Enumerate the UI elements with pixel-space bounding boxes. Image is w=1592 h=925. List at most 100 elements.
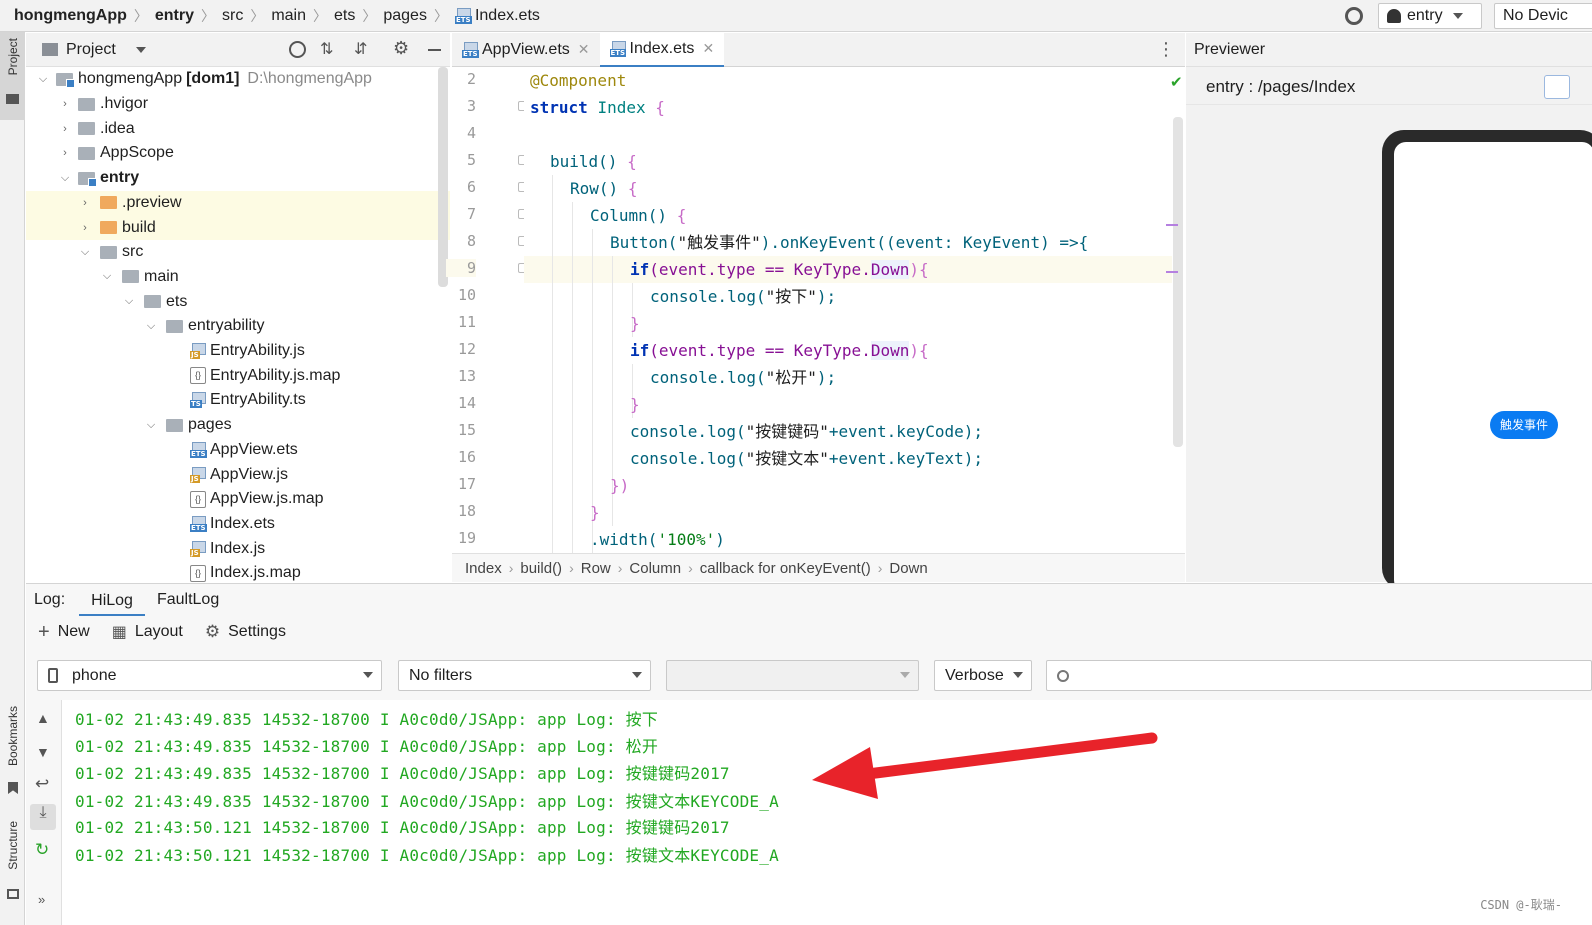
device-select[interactable]: No Devic: [1494, 3, 1592, 29]
tree-item-src[interactable]: ⌵ src: [26, 240, 450, 265]
arrow-up-icon[interactable]: ▲: [36, 710, 50, 726]
tree-item-label: .hvigor: [100, 95, 149, 113]
tree-item-appscope[interactable]: › AppScope: [26, 141, 450, 166]
tree-item-file[interactable]: Index.ets: [26, 512, 450, 537]
crumb-src[interactable]: src: [222, 7, 243, 25]
crumb-item[interactable]: callback for onKeyEvent(): [700, 560, 871, 577]
bookmarks-stripe-button[interactable]: Bookmarks: [0, 702, 25, 802]
locate-icon[interactable]: [289, 41, 306, 58]
scroll-to-end-icon[interactable]: ⤓: [30, 804, 56, 830]
more-icon[interactable]: »: [38, 892, 45, 907]
crumb-module[interactable]: entry: [155, 7, 194, 25]
device-screen: [1394, 142, 1592, 592]
chevron-right-icon: 〉: [313, 8, 328, 24]
tree-item-build[interactable]: › build: [26, 215, 450, 240]
code-line: .width('100%'): [590, 530, 725, 549]
tree-item-label: AppScope: [100, 144, 174, 162]
crumb-pages[interactable]: pages: [383, 7, 427, 25]
tree-item-file[interactable]: EntryAbility.js: [26, 339, 450, 364]
tab-hilog[interactable]: HiLog: [79, 584, 145, 617]
marker: [1166, 271, 1178, 273]
project-stripe-button[interactable]: Project: [0, 32, 25, 120]
tree-item-ets[interactable]: ⌵ ets: [26, 289, 450, 314]
run-config-select[interactable]: entry: [1378, 3, 1482, 29]
gear-icon[interactable]: ⚙: [205, 622, 220, 642]
arrow-down-icon[interactable]: ▼: [36, 744, 50, 760]
code-line: console.log("按键文本"+event.keyText);: [630, 449, 983, 468]
level-select[interactable]: Verbose: [934, 660, 1032, 691]
soft-wrap-icon[interactable]: ↩: [35, 774, 49, 794]
filter-select[interactable]: No filters: [398, 660, 651, 691]
target-icon[interactable]: [1345, 7, 1363, 25]
tab-index[interactable]: Index.ets ✕: [599, 32, 725, 67]
more-icon[interactable]: ⋮: [1157, 39, 1175, 60]
search-input[interactable]: [1046, 660, 1592, 691]
chevron-down-icon[interactable]: ⌵: [144, 419, 158, 432]
crumb-item[interactable]: Column: [629, 560, 681, 577]
chevron-down-icon[interactable]: ⌵: [36, 73, 50, 86]
plus-icon[interactable]: +: [38, 621, 50, 644]
tab-faultlog[interactable]: FaultLog: [157, 591, 219, 609]
code-editor[interactable]: @Component struct Index { build() { Row(…: [524, 67, 1172, 553]
previewer-title: Previewer: [1194, 40, 1266, 58]
new-button[interactable]: New: [58, 623, 90, 641]
crumb-project[interactable]: hongmengApp: [14, 7, 127, 25]
preview-trigger-button[interactable]: 触发事件: [1490, 411, 1558, 439]
chevron-down-icon[interactable]: ⌵: [100, 270, 114, 283]
crumb-item[interactable]: Row: [581, 560, 611, 577]
layout-icon[interactable]: ▦: [112, 622, 127, 642]
scroll-thumb[interactable]: [1173, 117, 1183, 447]
chevron-down-icon[interactable]: ⌵: [122, 295, 136, 308]
close-icon[interactable]: ✕: [578, 41, 590, 58]
layout-button[interactable]: Layout: [135, 623, 183, 641]
tree-item-file[interactable]: {} Index.js.map: [26, 561, 450, 582]
chevron-down-icon[interactable]: ⌵: [58, 172, 72, 185]
process-select[interactable]: [666, 660, 919, 691]
chevron-down-icon[interactable]: ⌵: [78, 246, 92, 259]
inspect-icon[interactable]: [1544, 75, 1570, 99]
collapse-all-icon[interactable]: ⇵: [354, 39, 367, 59]
close-icon[interactable]: ✕: [702, 40, 714, 57]
tree-item-file[interactable]: {} EntryAbility.js.map: [26, 363, 450, 388]
tree-item-label: AppView.ets: [210, 440, 298, 458]
restart-icon[interactable]: ↻: [35, 840, 49, 860]
gear-icon[interactable]: ⚙: [393, 38, 409, 59]
crumb-item[interactable]: Index: [465, 560, 502, 577]
tree-item-entry[interactable]: ⌵ entry: [26, 166, 450, 191]
tree-item-hvigor[interactable]: › .hvigor: [26, 92, 450, 117]
structure-stripe-button[interactable]: Structure: [0, 817, 25, 907]
chevron-down-icon[interactable]: [136, 47, 146, 53]
tree-item-entryability[interactable]: ⌵ entryability: [26, 314, 450, 339]
tree-item-preview[interactable]: › .preview: [26, 190, 450, 216]
tree-item-pages[interactable]: ⌵ pages: [26, 413, 450, 438]
crumb-item[interactable]: build(): [520, 560, 562, 577]
tree-item-file[interactable]: EntryAbility.ts: [26, 388, 450, 413]
tree-item-file[interactable]: AppView.ets: [26, 438, 450, 463]
tree-item-file[interactable]: {} AppView.js.map: [26, 487, 450, 512]
tree-item-idea[interactable]: › .idea: [26, 116, 450, 141]
chevron-right-icon[interactable]: ›: [58, 147, 72, 159]
expand-all-icon[interactable]: ⇅: [320, 39, 333, 59]
tree-item-file[interactable]: Index.js: [26, 536, 450, 561]
chevron-right-icon[interactable]: ›: [78, 222, 92, 234]
project-view-title[interactable]: Project: [66, 41, 116, 59]
chevron-down-icon[interactable]: ⌵: [144, 320, 158, 333]
device-filter-select[interactable]: phone: [37, 660, 382, 691]
editor-scrollbar[interactable]: ✔: [1166, 67, 1185, 553]
chevron-right-icon[interactable]: ›: [58, 98, 72, 110]
tree-item-main[interactable]: ⌵ main: [26, 265, 450, 290]
tree-item-root[interactable]: ⌵ hongmengApp [dom1] D:\hongmengApp: [26, 67, 450, 92]
crumb-main[interactable]: main: [271, 7, 306, 25]
js-file-icon: [190, 540, 206, 557]
tree-item-file[interactable]: AppView.js: [26, 462, 450, 487]
chevron-down-icon: [1452, 13, 1463, 19]
minimize-icon[interactable]: [428, 49, 441, 51]
tree-item-label: Index.js: [210, 539, 266, 557]
crumb-item[interactable]: Down: [889, 560, 927, 577]
tab-appview[interactable]: AppView.ets ✕: [452, 33, 600, 67]
chevron-right-icon[interactable]: ›: [58, 123, 72, 135]
crumb-file[interactable]: Index.ets: [475, 7, 540, 25]
chevron-right-icon[interactable]: ›: [78, 197, 92, 209]
settings-button[interactable]: Settings: [228, 623, 286, 641]
crumb-ets[interactable]: ets: [334, 7, 355, 25]
